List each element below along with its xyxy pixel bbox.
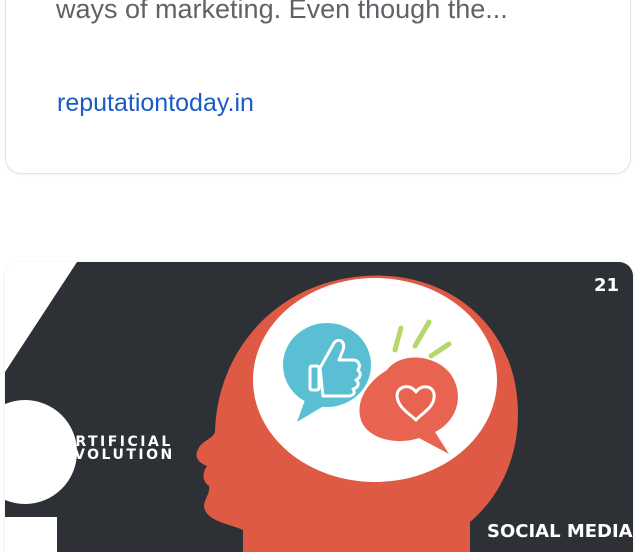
thumbnail-image [5,262,633,552]
image-result-card[interactable]: 21 ARTIFICIAL EVOLUTION SOCIAL MEDIA [5,262,633,552]
result-snippet: ways of marketing. Even though the... [56,0,508,24]
source-link[interactable]: reputationtoday.in [57,89,254,118]
slide-number: 21 [594,275,620,296]
image-caption: SOCIAL MEDIA [487,521,633,542]
result-card[interactable]: ways of marketing. Even though the... re… [5,0,631,174]
brand-line-2: EVOLUTION [62,447,175,463]
